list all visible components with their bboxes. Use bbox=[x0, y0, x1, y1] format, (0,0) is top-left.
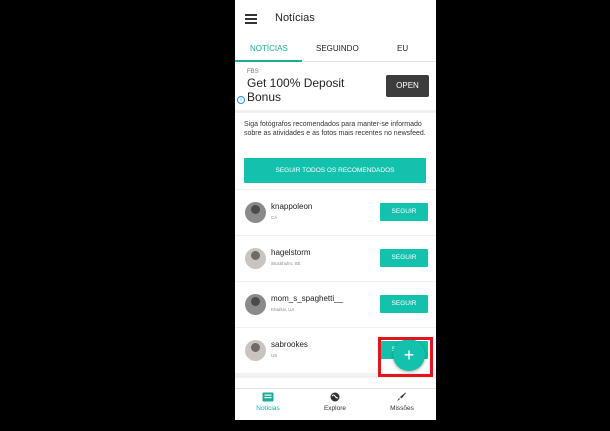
nav-label: Explore bbox=[323, 405, 347, 412]
follow-button[interactable]: SEGUIR bbox=[380, 203, 428, 221]
user-location: Kharkiv, UA bbox=[271, 307, 295, 312]
list-item bbox=[235, 378, 436, 388]
username[interactable]: hagelstorm bbox=[271, 248, 311, 257]
app-bar: Notícias bbox=[235, 0, 436, 38]
page-title: Notícias bbox=[275, 12, 315, 24]
rocket-icon bbox=[397, 392, 406, 401]
globe-icon bbox=[330, 392, 340, 402]
user-row[interactable]: knappoleon CA SEGUIR bbox=[235, 190, 436, 235]
username[interactable]: sabrookes bbox=[271, 340, 308, 349]
avatar[interactable] bbox=[245, 294, 266, 315]
news-icon bbox=[262, 392, 274, 402]
ad-open-button[interactable]: OPEN bbox=[386, 75, 429, 97]
user-row[interactable]: mom_s_spaghetti__ Kharkiv, UA SEGUIR bbox=[235, 282, 436, 327]
nav-item-explore[interactable]: Explore bbox=[305, 392, 365, 412]
follow-button[interactable]: SEGUIR bbox=[380, 295, 428, 313]
nav-label: Notícias bbox=[256, 405, 280, 412]
nav-label: Missões bbox=[390, 405, 414, 412]
nav-item-noticias[interactable]: Notícias bbox=[238, 392, 298, 412]
user-location: CA bbox=[271, 215, 278, 220]
username[interactable]: knappoleon bbox=[271, 202, 312, 211]
recommendation-text: Siga fotógrafos recomendados para manter… bbox=[244, 121, 426, 137]
ad-headline: Get 100% Deposit Bonus bbox=[247, 76, 345, 104]
follow-button[interactable]: SEGUIR bbox=[380, 249, 428, 267]
ad-banner[interactable]: FBS Get 100% Deposit Bonus i OPEN bbox=[235, 62, 436, 110]
username[interactable]: mom_s_spaghetti__ bbox=[271, 294, 343, 303]
highlight-annotation-box bbox=[378, 337, 433, 377]
avatar[interactable] bbox=[245, 340, 266, 361]
follow-all-button[interactable]: SEGUIR TODOS OS RECOMENDADOS bbox=[244, 158, 426, 183]
ad-source: FBS bbox=[247, 69, 259, 75]
tab-eu[interactable]: EU bbox=[397, 44, 408, 53]
user-location: US bbox=[271, 353, 278, 358]
avatar[interactable] bbox=[245, 248, 266, 269]
tab-seguindo[interactable]: SEGUINDO bbox=[316, 44, 359, 53]
hamburger-menu-icon[interactable] bbox=[245, 14, 257, 24]
tab-bar: NOTÍCIAS SEGUINDO EU bbox=[235, 38, 436, 62]
avatar[interactable] bbox=[245, 202, 266, 223]
bottom-navigation: Notícias Explore Missões bbox=[235, 388, 436, 420]
user-location: Stockholm, SE bbox=[271, 261, 301, 266]
recommendation-card: Siga fotógrafos recomendados para manter… bbox=[235, 113, 436, 189]
user-row[interactable]: hagelstorm Stockholm, SE SEGUIR bbox=[235, 236, 436, 281]
tab-noticias[interactable]: NOTÍCIAS bbox=[250, 44, 288, 53]
ad-info-icon[interactable]: i bbox=[237, 96, 245, 104]
nav-item-missoes[interactable]: Missões bbox=[372, 392, 432, 412]
